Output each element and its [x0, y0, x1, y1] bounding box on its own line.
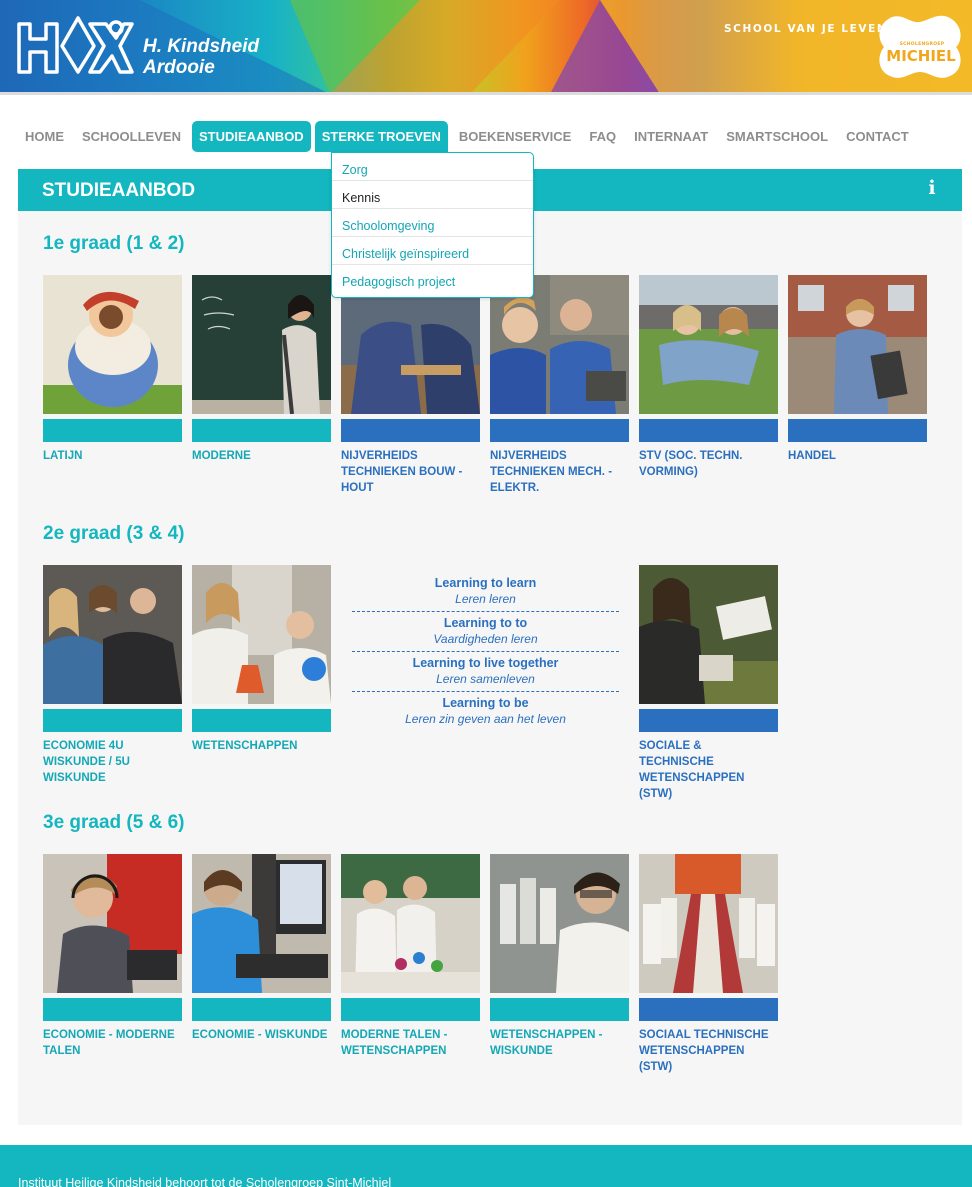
card-color-bar — [639, 419, 778, 442]
card-label[interactable]: ECONOMIE 4U WISKUNDE / 5U WISKUNDE — [43, 738, 182, 786]
card-label[interactable]: WETENSCHAPPEN — [192, 738, 331, 754]
card-label[interactable]: NIJVERHEIDS TECHNIEKEN BOUW - HOUT — [341, 448, 480, 496]
card-photo — [43, 565, 182, 704]
card-label[interactable]: SOCIAAL TECHNISCHE WETENSCHAPPEN (STW) — [639, 1027, 778, 1075]
card-label[interactable]: STV (SOC. TECHN. VORMING) — [639, 448, 778, 480]
card-label[interactable]: ECONOMIE - WISKUNDE — [192, 1027, 331, 1043]
card-photo — [43, 854, 182, 993]
study-card-economie-wiskunde[interactable]: ECONOMIE 4U WISKUNDE / 5U WISKUNDE — [43, 565, 182, 786]
study-card-stv[interactable]: STV (SOC. TECHN. VORMING) — [639, 275, 778, 480]
nav-home[interactable]: HOME — [18, 121, 71, 152]
card-photo — [43, 275, 182, 414]
school-logo-icon[interactable] — [16, 14, 134, 76]
card-color-bar — [43, 419, 182, 442]
nav-sterke-troeven[interactable]: STERKE TROEVEN — [314, 121, 448, 152]
study-card-moderne[interactable]: MODERNE — [192, 275, 331, 464]
grade-title-1: 1e graad (1 & 2) — [43, 233, 185, 254]
footer-text[interactable]: Instituut Heilige Kindsheid behoort tot … — [18, 1176, 391, 1187]
dropdown-item-schoolomgeving[interactable]: Schoolomgeving — [332, 209, 533, 237]
card-label[interactable]: NIJVERHEIDS TECHNIEKEN MECH. - ELEKTR. — [490, 448, 629, 496]
footer: Instituut Heilige Kindsheid behoort tot … — [0, 1145, 972, 1187]
learning-nl: Vaardigheden leren — [433, 632, 538, 646]
card-photo — [341, 854, 480, 993]
learning-en: Learning to be — [442, 696, 529, 710]
study-card-economie-wiskunde-3[interactable]: ECONOMIE - WISKUNDE — [192, 854, 331, 1043]
learning-item: Learning to be Leren zin geven aan het l… — [352, 692, 619, 731]
learning-item: Learning to learn Leren leren — [352, 572, 619, 612]
card-photo — [639, 565, 778, 704]
card-photo — [639, 854, 778, 993]
study-card-sociaal-technische[interactable]: SOCIAAL TECHNISCHE WETENSCHAPPEN (STW) — [639, 854, 778, 1075]
card-photo — [192, 275, 331, 415]
card-color-bar — [341, 998, 480, 1021]
learning-item: Learning to live together Leren samenlev… — [352, 652, 619, 692]
nav-boekenservice[interactable]: BOEKENSERVICE — [452, 121, 578, 152]
nav-faq[interactable]: FAQ — [582, 121, 623, 152]
study-card-moderne-talen-wetenschappen[interactable]: MODERNE TALEN - WETENSCHAPPEN — [341, 854, 480, 1059]
card-label[interactable]: MODERNE — [192, 448, 331, 464]
nav-schoolleven[interactable]: SCHOOLLEVEN — [75, 121, 188, 152]
card-label[interactable]: MODERNE TALEN - WETENSCHAPPEN — [341, 1027, 480, 1059]
nav-contact[interactable]: CONTACT — [839, 121, 916, 152]
grade-title-3: 3e graad (5 & 6) — [43, 812, 185, 833]
main-nav: HOME SCHOOLLEVEN STUDIEAANBOD STERKE TRO… — [18, 121, 916, 153]
study-card-stw[interactable]: SOCIALE & TECHNISCHE WETENSCHAPPEN (STW) — [639, 565, 778, 802]
card-color-bar — [788, 419, 927, 442]
school-name-line2: Ardooie — [143, 57, 215, 78]
dropdown-item-pedagogisch-project[interactable]: Pedagogisch project — [332, 265, 533, 293]
card-color-bar — [341, 419, 480, 442]
study-card-handel[interactable]: HANDEL — [788, 275, 927, 464]
card-color-bar — [490, 998, 629, 1021]
learning-pillars: Learning to learn Leren leren Learning t… — [352, 572, 619, 731]
card-label[interactable]: WETENSCHAPPEN - WISKUNDE — [490, 1027, 629, 1059]
learning-en: Learning to to — [443, 616, 528, 630]
card-color-bar — [192, 998, 331, 1021]
nav-smartschool[interactable]: SMARTSCHOOL — [719, 121, 835, 152]
learning-en: Learning to live together — [412, 656, 559, 670]
study-card-latijn[interactable]: LATIJN — [43, 275, 182, 464]
slogan: SCHOOL VAN JE LEVEN — [724, 23, 888, 35]
learning-item: Learning to to Vaardigheden leren — [352, 612, 619, 652]
study-card-wetenschappen-wiskunde[interactable]: WETENSCHAPPEN - WISKUNDE — [490, 854, 629, 1059]
study-card-economie-moderne-talen[interactable]: ECONOMIE - MODERNE TALEN — [43, 854, 182, 1059]
school-name[interactable]: H. Kindsheid Ardooie — [143, 36, 259, 78]
learning-nl: Leren samenleven — [436, 672, 535, 686]
header-banner: H. Kindsheid Ardooie SCHOOL VAN JE LEVEN… — [0, 0, 972, 94]
info-icon[interactable]: i — [924, 177, 940, 199]
learning-en: Learning to learn — [434, 576, 537, 590]
dropdown-item-christelijk[interactable]: Christelijk geïnspireerd — [332, 237, 533, 265]
card-color-bar — [490, 419, 629, 442]
card-color-bar — [639, 998, 778, 1021]
school-name-line1: H. Kindsheid — [143, 36, 260, 57]
dropdown-item-zorg[interactable]: Zorg — [332, 153, 533, 181]
nav-studieaanbod[interactable]: STUDIEAANBOD — [191, 121, 311, 152]
sterke-troeven-dropdown: Zorg Kennis Schoolomgeving Christelijk g… — [331, 152, 534, 298]
card-label[interactable]: ECONOMIE - MODERNE TALEN — [43, 1027, 182, 1059]
panel-title: STUDIEAANBOD — [42, 180, 196, 201]
card-photo — [192, 565, 331, 704]
grade-title-2: 2e graad (3 & 4) — [43, 523, 185, 544]
card-color-bar — [192, 419, 331, 442]
card-label[interactable]: SOCIALE & TECHNISCHE WETENSCHAPPEN (STW) — [639, 738, 778, 802]
card-color-bar — [192, 709, 331, 732]
learning-nl: Leren zin geven aan het leven — [405, 712, 566, 726]
study-card-wetenschappen[interactable]: WETENSCHAPPEN — [192, 565, 331, 754]
card-photo — [490, 854, 629, 993]
study-card-mech-elektr[interactable]: NIJVERHEIDS TECHNIEKEN MECH. - ELEKTR. — [490, 275, 629, 496]
learning-nl: Leren leren — [455, 592, 516, 606]
card-color-bar — [43, 709, 182, 732]
partner-name: MICHIEL — [886, 47, 956, 65]
card-photo — [788, 275, 927, 414]
card-photo — [639, 275, 778, 414]
card-label[interactable]: HANDEL — [788, 448, 927, 464]
dropdown-item-kennis[interactable]: Kennis — [332, 181, 533, 209]
header-divider — [0, 92, 972, 95]
card-color-bar — [43, 998, 182, 1021]
nav-internaat[interactable]: INTERNAAT — [627, 121, 715, 152]
card-photo — [192, 854, 331, 993]
card-color-bar — [639, 709, 778, 732]
card-label[interactable]: LATIJN — [43, 448, 182, 464]
study-card-bouw-hout[interactable]: NIJVERHEIDS TECHNIEKEN BOUW - HOUT — [341, 275, 480, 496]
